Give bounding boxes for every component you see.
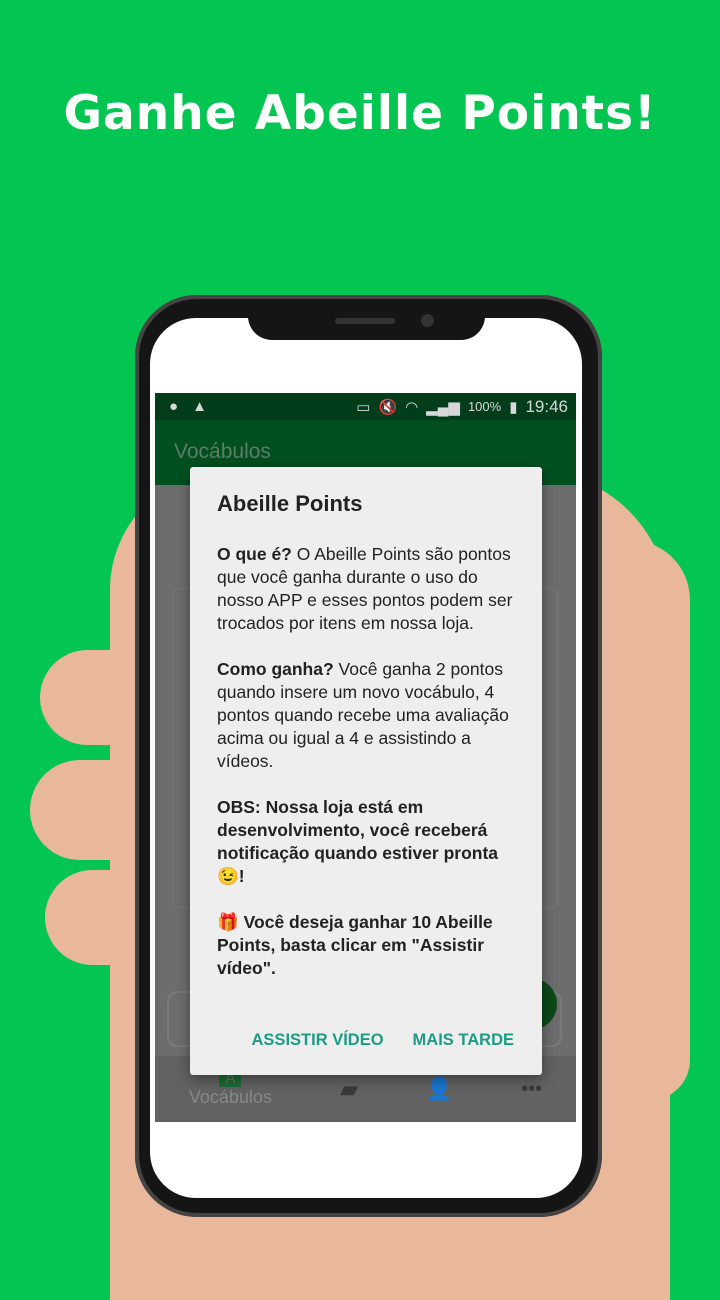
- offer-text: Você deseja ganhar 10 Abeille Points, ba…: [217, 912, 493, 978]
- nav-item-vocabulos[interactable]: A Vocábulos: [189, 1070, 272, 1108]
- what-is-label: O que é?: [217, 544, 292, 564]
- person-icon[interactable]: 👤: [426, 1076, 453, 1102]
- nav-label: Vocábulos: [188, 1087, 272, 1107]
- wifi-icon: ◠: [405, 398, 419, 416]
- obs-end: !: [238, 866, 245, 886]
- watch-video-button[interactable]: ASSISTIR VÍDEO: [252, 1031, 384, 1050]
- dialog-obs: OBS: Nossa loja está em desenvolvimento,…: [217, 796, 516, 888]
- clock: 19:46: [525, 396, 568, 416]
- drop-icon: ●: [169, 398, 179, 415]
- signal-icon: ▂▄▆: [426, 398, 460, 416]
- obs-text: OBS: Nossa loja está em desenvolvimento,…: [217, 797, 499, 863]
- chat-icon[interactable]: ▰: [340, 1075, 358, 1104]
- dialog-actions: ASSISTIR VÍDEO MAIS TARDE: [252, 1031, 514, 1050]
- speaker-grill: [335, 318, 395, 324]
- status-bar: ● ▲ ▭ 🔇 ◠ ▂▄▆ 100% ▮ 19:46: [155, 393, 576, 420]
- dialog-how-to-earn: Como ganha? Você ganha 2 pontos quando i…: [217, 658, 516, 773]
- gift-icon: 🎁: [217, 912, 239, 932]
- abeille-points-dialog: Abeille Points O que é? O Abeille Points…: [190, 467, 542, 1075]
- dialog-title: Abeille Points: [217, 491, 363, 516]
- cast-icon: ▭: [356, 398, 371, 416]
- warning-icon: ▲: [192, 398, 207, 415]
- more-icon[interactable]: •••: [521, 1078, 542, 1101]
- dialog-what-is: O que é? O Abeille Points são pontos que…: [217, 543, 516, 635]
- dialog-offer: 🎁 Você deseja ganhar 10 Abeille Points, …: [217, 911, 516, 980]
- wink-emoji-icon: 😉: [217, 866, 239, 886]
- headline: Ganhe Abeille Points!: [63, 86, 657, 141]
- later-button[interactable]: MAIS TARDE: [413, 1031, 514, 1050]
- mute-icon: 🔇: [378, 398, 398, 416]
- how-label: Como ganha?: [217, 659, 334, 679]
- battery-icon: ▮: [509, 398, 518, 416]
- camera-icon: [421, 314, 434, 327]
- battery-text: 100%: [467, 399, 502, 414]
